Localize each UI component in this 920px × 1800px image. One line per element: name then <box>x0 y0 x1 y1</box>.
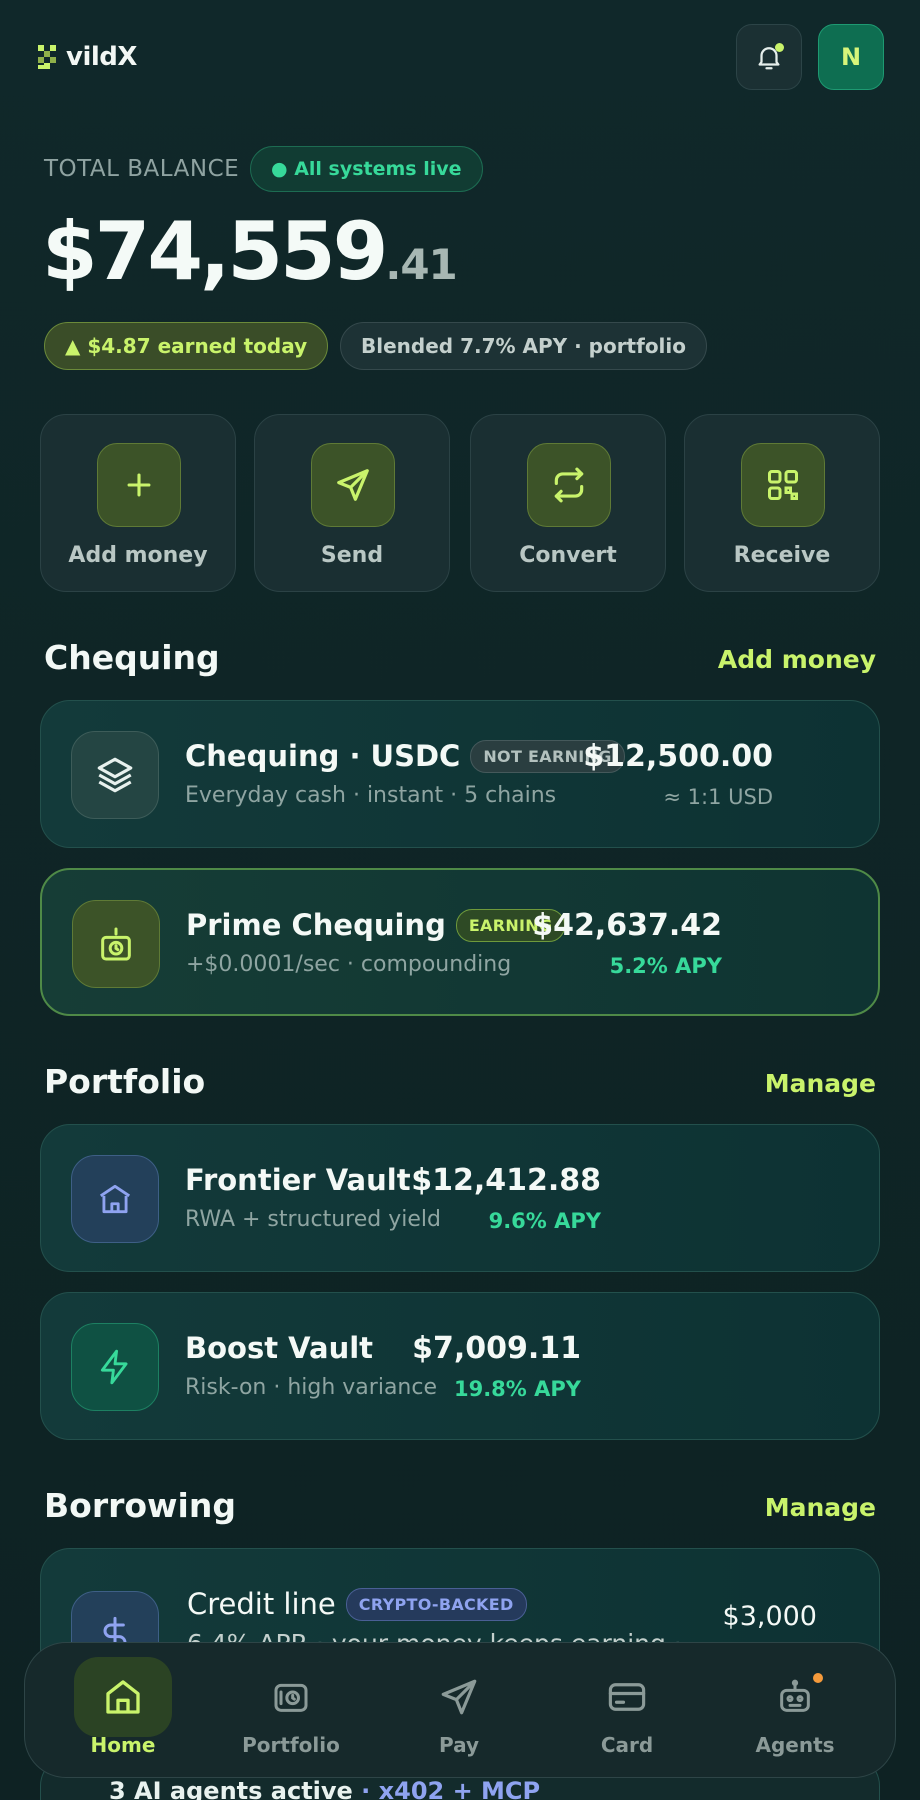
nav-card[interactable]: Card <box>577 1657 677 1761</box>
portfolio-section-title: Portfolio <box>44 1062 206 1101</box>
nav-label: Pay <box>438 1733 480 1757</box>
account-rate: ≈ 1:1 USD <box>663 785 773 809</box>
lightning-icon <box>71 1323 159 1411</box>
account-subtitle: +$0.0001/sec · compounding <box>186 952 512 977</box>
account-subtitle: Everyday cash · instant · 5 chains <box>185 783 557 808</box>
system-status-badge: ● All systems live <box>250 146 483 192</box>
credit-amount: $3,000 <box>722 1601 817 1632</box>
send-action[interactable]: Send <box>254 414 450 592</box>
boost-vault-card[interactable]: Boost Vault Risk-on · high variance $7,0… <box>40 1292 880 1440</box>
action-label: Add money <box>68 543 208 568</box>
vault-apy: 19.8% APY <box>453 1377 581 1401</box>
vault-subtitle: Risk-on · high variance <box>185 1375 438 1400</box>
borrowing-section-title: Borrowing <box>44 1486 236 1525</box>
vault-amount: $12,412.88 <box>411 1163 601 1198</box>
borrowing-manage-link[interactable]: Manage <box>765 1493 876 1522</box>
action-label: Send <box>320 543 384 568</box>
total-balance-value: $74,559.41 <box>42 205 458 298</box>
receive-action[interactable]: Receive <box>684 414 880 592</box>
convert-icon <box>527 443 611 527</box>
agents-status-text: 3 AI agents active · x402 + MCP <box>109 1777 540 1800</box>
blended-apy-badge: Blended 7.7% APY · portfolio <box>340 322 708 370</box>
pay-icon <box>410 1657 508 1737</box>
account-name: Chequing · USDC NOT EARNING <box>185 739 625 773</box>
logo-icon <box>38 43 62 71</box>
chequing-usdc-card[interactable]: Chequing · USDC NOT EARNING Everyday cas… <box>40 700 880 848</box>
nav-label: Agents <box>755 1733 835 1757</box>
portfolio-icon <box>242 1657 340 1737</box>
nav-label: Portfolio <box>242 1733 340 1757</box>
nav-agents[interactable]: Agents <box>745 1657 845 1761</box>
action-label: Convert <box>519 543 617 568</box>
agents-protocols: · x402 + MCP <box>352 1777 541 1800</box>
vault-apy: 9.6% APY <box>488 1209 601 1233</box>
home-icon <box>74 1657 172 1737</box>
nav-portfolio[interactable]: Portfolio <box>241 1657 341 1761</box>
credit-name-text: Credit line <box>187 1587 336 1621</box>
prime-chequing-card[interactable]: Prime Chequing EARNING +$0.0001/sec · co… <box>40 868 880 1016</box>
earned-today-badge: ▲ $4.87 earned today <box>44 322 329 370</box>
nav-home[interactable]: Home <box>73 1657 173 1761</box>
account-amount: $42,637.42 <box>532 908 722 943</box>
bank-icon <box>71 1155 159 1243</box>
crypto-backed-badge: CRYPTO-BACKED <box>345 1587 527 1621</box>
agents-count: 3 AI agents active <box>109 1777 353 1800</box>
nav-pay[interactable]: Pay <box>409 1657 509 1761</box>
nav-label: Card <box>600 1733 654 1757</box>
account-name-text: Chequing · USDC <box>185 739 461 773</box>
chequing-add-money-link[interactable]: Add money <box>718 645 876 674</box>
portfolio-manage-link[interactable]: Manage <box>765 1069 876 1098</box>
nav-label: Home <box>90 1733 156 1757</box>
vault-name: Frontier Vault <box>185 1163 411 1197</box>
vault-amount: $7,009.11 <box>412 1331 581 1366</box>
convert-action[interactable]: Convert <box>470 414 666 592</box>
qr-icon <box>741 443 825 527</box>
bottom-navigation: Home Portfolio Pay Card Agents <box>24 1642 896 1778</box>
balance-cents: .41 <box>385 240 457 289</box>
action-label: Receive <box>733 543 831 568</box>
brand-logo[interactable]: vildX <box>38 42 137 72</box>
balance-whole: $74,559 <box>42 205 388 298</box>
notification-dot <box>775 43 784 52</box>
card-icon <box>578 1657 676 1737</box>
vault-subtitle: RWA + structured yield <box>185 1207 441 1232</box>
credit-name: Credit line CRYPTO-BACKED <box>187 1587 527 1621</box>
send-icon <box>311 443 395 527</box>
vault-timer-icon <box>72 900 160 988</box>
chequing-section-title: Chequing <box>44 638 220 677</box>
account-amount: $12,500.00 <box>583 739 773 774</box>
vault-name: Boost Vault <box>185 1331 374 1365</box>
total-balance-label: TOTAL BALANCE <box>44 156 240 182</box>
add-money-action[interactable]: Add money <box>40 414 236 592</box>
account-name: Prime Chequing EARNING <box>186 908 566 942</box>
robot-icon <box>746 1657 844 1737</box>
notifications-button[interactable] <box>736 24 802 90</box>
layers-icon <box>71 731 159 819</box>
plus-icon <box>97 443 181 527</box>
account-name-text: Prime Chequing <box>186 908 446 942</box>
agents-notification-dot <box>813 1673 823 1683</box>
frontier-vault-card[interactable]: Frontier Vault RWA + structured yield $1… <box>40 1124 880 1272</box>
avatar[interactable]: N <box>818 24 884 90</box>
account-apy: 5.2% APY <box>609 954 722 978</box>
brand-name: vildX <box>66 42 137 72</box>
